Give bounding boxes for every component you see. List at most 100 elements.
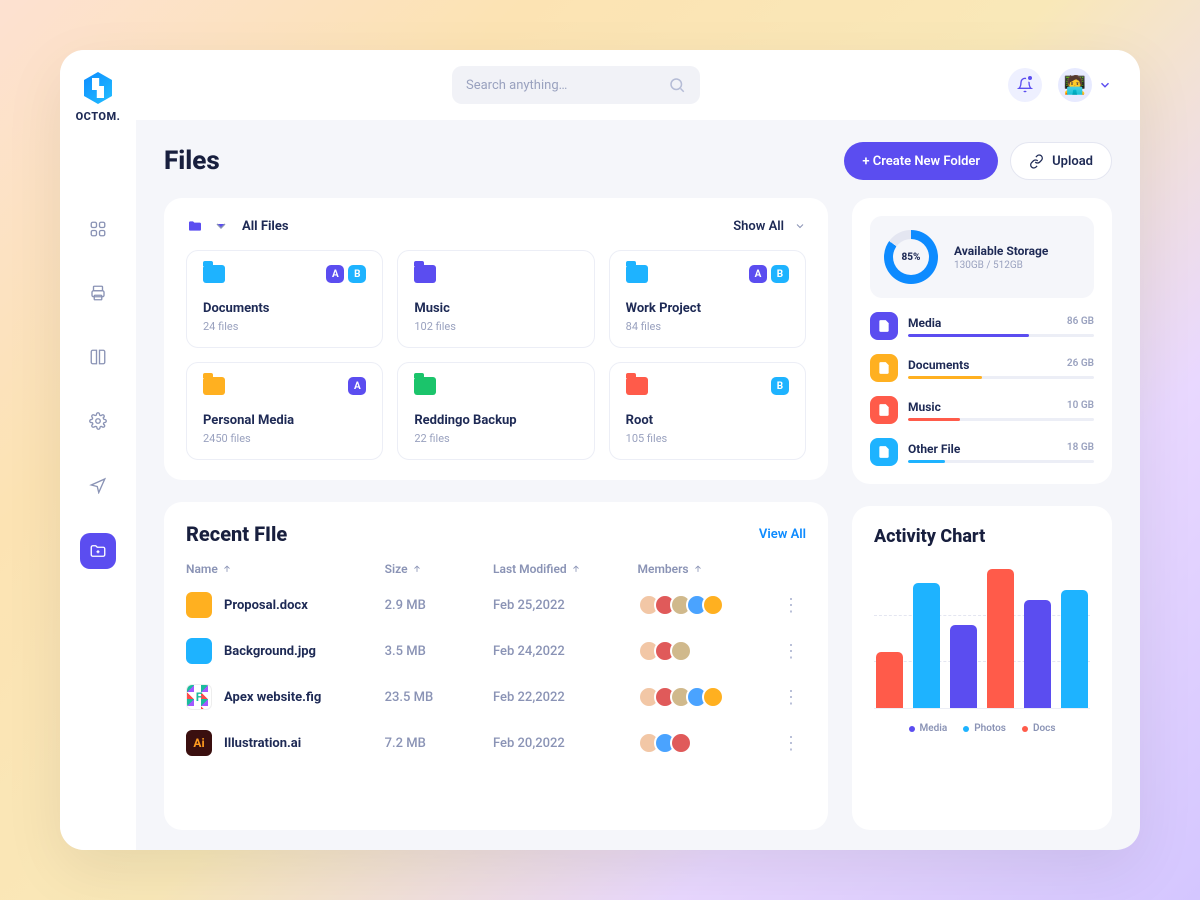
file-modified: Feb 25,2022 [493,598,637,613]
legend-dot [963,726,969,732]
folder-icon [203,265,225,283]
badge: A [326,265,344,283]
row-menu-button[interactable]: ⋮ [782,687,806,708]
file-name: Background.jpg [224,644,316,659]
storage-item-name: Music [908,400,941,414]
search-input[interactable] [466,78,668,93]
member-avatar [670,640,692,662]
table-row[interactable]: Proposal.docx 2.9 MB Feb 25,2022 ⋮ [186,582,806,628]
storage-bar [908,376,1094,379]
content-grid: All Files Show All AB Documents 24 files [164,198,1112,830]
row-menu-button[interactable]: ⋮ [782,733,806,754]
folder-name: Documents [203,301,366,316]
badges: AB [749,265,789,283]
file-icon [877,403,891,417]
storage-breakdown: Media86 GB Documents26 GB Music10 GB [870,312,1094,466]
member-avatar [702,594,724,616]
storage-donut: 85% [884,230,938,284]
nav-settings[interactable] [82,405,114,437]
chart-bar [913,583,940,708]
legend-label: Media [920,723,948,734]
file-size: 2.9 MB [385,598,493,613]
sidebar-nav [80,213,116,569]
folder-name: Work Project [626,301,789,316]
legend-label: Photos [974,723,1006,734]
notifications-button[interactable] [1008,68,1042,102]
col-members[interactable]: Members [638,562,783,576]
file-members [638,732,783,754]
chart-area [874,569,1090,709]
folder-tile[interactable]: A Personal Media 2450 files [186,362,383,460]
nav-send[interactable] [82,469,114,501]
nav-library[interactable] [82,341,114,373]
upload-button[interactable]: Upload [1010,142,1112,180]
chevron-down-icon [1098,78,1112,92]
file-size: 3.5 MB [385,644,493,659]
chevron-down-icon [212,218,230,234]
create-folder-button[interactable]: + Create New Folder [844,142,998,180]
file-size: 7.2 MB [385,736,493,751]
storage-item-name: Other File [908,442,960,456]
file-size: 23.5 MB [385,690,493,705]
nav-dashboard[interactable] [82,213,114,245]
file-icon [877,319,891,333]
file-type-icon: F [186,684,212,710]
upload-label: Upload [1052,154,1093,169]
page-title: Files [164,146,220,176]
search-icon [668,76,686,94]
table-row[interactable]: F Apex website.fig 23.5 MB Feb 22,2022 ⋮ [186,674,806,720]
storage-label: Available Storage [954,244,1048,258]
nav-files-active[interactable] [80,533,116,569]
app-window: OCTOM. [60,50,1140,850]
folder-tile[interactable]: AB Documents 24 files [186,250,383,348]
user-menu[interactable]: 🧑‍💻 [1058,68,1112,102]
printer-icon [89,284,107,302]
col-size[interactable]: Size [385,562,493,576]
folder-count: 2450 files [203,432,366,445]
col-modified[interactable]: Last Modified [493,562,637,576]
filter-label: All Files [242,219,289,234]
folder-filter[interactable] [186,218,230,234]
folder-tile[interactable]: Reddingo Backup 22 files [397,362,594,460]
files-card: All Files Show All AB Documents 24 files [164,198,828,480]
folder-plus-icon [89,542,107,560]
folder-tile[interactable]: Music 102 files [397,250,594,348]
main: 🧑‍💻 Files + Create New Folder Upload [136,50,1140,850]
topbar: 🧑‍💻 [136,50,1140,120]
folder-name: Reddingo Backup [414,413,577,428]
folder-icon [414,377,436,395]
files-card-header: All Files Show All [186,218,806,234]
storage-bar-fill [908,334,1029,337]
chart-title: Activity Chart [874,526,1090,547]
sidebar: OCTOM. [60,50,136,850]
folder-icon [414,265,436,283]
table-row[interactable]: Ai Illustration.ai 7.2 MB Feb 20,2022 ⋮ [186,720,806,766]
search[interactable] [452,66,700,104]
brand-logo: OCTOM. [76,72,121,123]
view-all-link[interactable]: View All [759,527,806,542]
col-name[interactable]: Name [186,562,385,576]
folder-count: 84 files [626,320,789,333]
right-column: 85% Available Storage 130GB / 512GB Medi… [852,198,1112,830]
legend-item: Docs [1022,723,1056,734]
folder-tile[interactable]: AB Work Project 84 files [609,250,806,348]
sort-arrow-icon [412,564,422,574]
table-header: Name Size Last Modified Members [186,556,806,582]
folder-icon [626,377,648,395]
row-menu-button[interactable]: ⋮ [782,641,806,662]
storage-type-icon [870,438,898,466]
badges: AB [326,265,366,283]
content-header: Files + Create New Folder Upload [164,142,1112,180]
file-name: Proposal.docx [224,598,308,613]
table-row[interactable]: Background.jpg 3.5 MB Feb 24,2022 ⋮ [186,628,806,674]
folder-tile[interactable]: B Root 105 files [609,362,806,460]
show-all-toggle[interactable]: Show All [733,219,806,234]
badge: A [749,265,767,283]
storage-bar [908,460,1094,463]
file-type-icon: Ai [186,730,212,756]
storage-item-value: 10 GB [1067,400,1094,414]
nav-printer[interactable] [82,277,114,309]
row-menu-button[interactable]: ⋮ [782,595,806,616]
storage-type-icon [870,354,898,382]
folder-count: 24 files [203,320,366,333]
